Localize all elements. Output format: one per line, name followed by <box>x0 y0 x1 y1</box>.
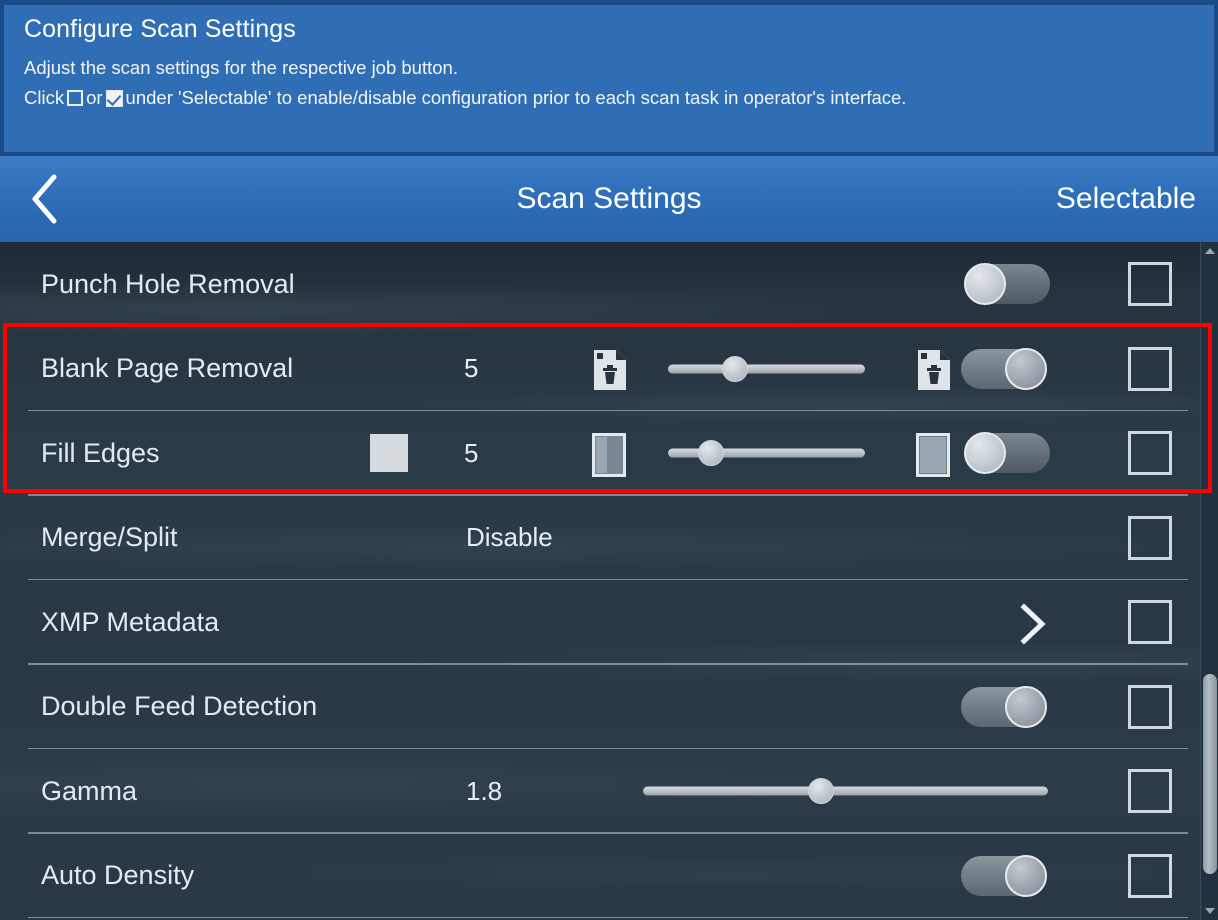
selectable-checkbox[interactable] <box>1128 684 1172 729</box>
slider-knob[interactable] <box>698 440 725 467</box>
banner-line-1: Adjust the scan settings for the respect… <box>24 57 458 78</box>
vertical-scrollbar[interactable] <box>1200 242 1218 920</box>
slider-knob[interactable] <box>721 355 748 382</box>
row-value: Disable <box>466 522 553 553</box>
toggle-knob <box>964 432 1006 475</box>
selectable-checkbox[interactable] <box>1128 600 1172 645</box>
scan-settings-screen: Configure Scan Settings Adjust the scan … <box>0 0 1218 920</box>
fill-color-swatch[interactable] <box>370 434 408 472</box>
selectable-checkbox[interactable] <box>1128 262 1172 307</box>
row-label: Double Feed Detection <box>41 691 318 722</box>
table-row[interactable]: Merge/Split Disable <box>0 496 1200 580</box>
row-label: Merge/Split <box>41 522 178 553</box>
caret-up-icon <box>1205 248 1215 254</box>
row-label: Auto Density <box>41 860 195 891</box>
nav-bar: Scan Settings Selectable <box>0 156 1218 242</box>
auto-density-toggle[interactable] <box>961 854 1047 897</box>
banner-line-2-mid: or <box>86 87 103 108</box>
table-row[interactable]: Punch Hole Removal <box>0 242 1200 327</box>
chevron-right-icon[interactable] <box>1016 602 1050 651</box>
table-row[interactable]: Blank Page Removal 5 <box>0 327 1200 411</box>
unchecked-box-icon <box>67 90 84 106</box>
banner-line-2: Click or under 'Selectable' to enable/disa… <box>24 83 1196 113</box>
page-delete-icon <box>916 349 952 396</box>
row-label: Gamma <box>41 775 138 806</box>
fill-edges-toggle[interactable] <box>964 432 1050 475</box>
selectable-checkbox[interactable] <box>1128 853 1172 898</box>
gamma-slider[interactable] <box>643 778 1048 805</box>
scroll-down-button[interactable] <box>1201 902 1218 920</box>
slider-track <box>668 364 865 374</box>
table-row[interactable]: Gamma 1.8 <box>0 749 1200 834</box>
banner-line-2-post: under 'Selectable' to enable/disable con… <box>125 87 907 108</box>
checked-box-icon <box>105 90 123 107</box>
toggle-knob <box>1005 854 1047 897</box>
scrollbar-thumb[interactable] <box>1203 674 1217 874</box>
page-title: Scan Settings <box>516 182 702 215</box>
slider-track <box>643 786 1048 796</box>
scroll-up-button[interactable] <box>1201 242 1218 260</box>
row-label: XMP Metadata <box>41 606 220 637</box>
table-row[interactable]: Auto Density <box>0 834 1200 918</box>
selectable-checkbox[interactable] <box>1128 431 1172 476</box>
selectable-checkbox[interactable] <box>1128 346 1172 391</box>
toggle-knob <box>1005 685 1047 728</box>
table-row[interactable]: Fill Edges 5 <box>0 411 1200 496</box>
slider-knob[interactable] <box>808 778 835 805</box>
page-delete-icon <box>592 349 628 396</box>
banner-title: Configure Scan Settings <box>24 15 296 43</box>
page-fill-wide-icon <box>916 433 950 482</box>
info-banner: Configure Scan Settings Adjust the scan … <box>0 0 1218 156</box>
row-label: Fill Edges <box>41 437 160 468</box>
row-divider <box>28 916 1188 918</box>
punch-hole-removal-toggle[interactable] <box>964 263 1050 306</box>
toggle-knob <box>964 263 1006 306</box>
banner-line-2-pre: Click <box>24 87 65 108</box>
selectable-checkbox[interactable] <box>1128 515 1172 560</box>
blank-page-removal-toggle[interactable] <box>961 347 1047 390</box>
row-value: 5 <box>464 437 479 468</box>
row-label: Blank Page Removal <box>41 353 294 384</box>
selectable-column-header: Selectable <box>1055 182 1196 215</box>
row-value: 5 <box>464 353 479 384</box>
row-value: 1.8 <box>466 775 503 806</box>
selectable-checkbox[interactable] <box>1128 769 1172 814</box>
caret-down-icon <box>1205 908 1215 914</box>
page-fill-narrow-icon <box>592 433 626 482</box>
table-row[interactable]: Double Feed Detection <box>0 665 1200 749</box>
settings-list[interactable]: Punch Hole Removal Blank Page Removal 5 <box>0 242 1218 920</box>
toggle-knob <box>1005 347 1047 390</box>
blank-page-removal-slider[interactable] <box>668 355 865 382</box>
table-row[interactable]: XMP Metadata <box>0 580 1200 665</box>
fill-edges-slider[interactable] <box>668 440 865 467</box>
row-label: Punch Hole Removal <box>41 268 295 299</box>
double-feed-detection-toggle[interactable] <box>961 685 1047 728</box>
